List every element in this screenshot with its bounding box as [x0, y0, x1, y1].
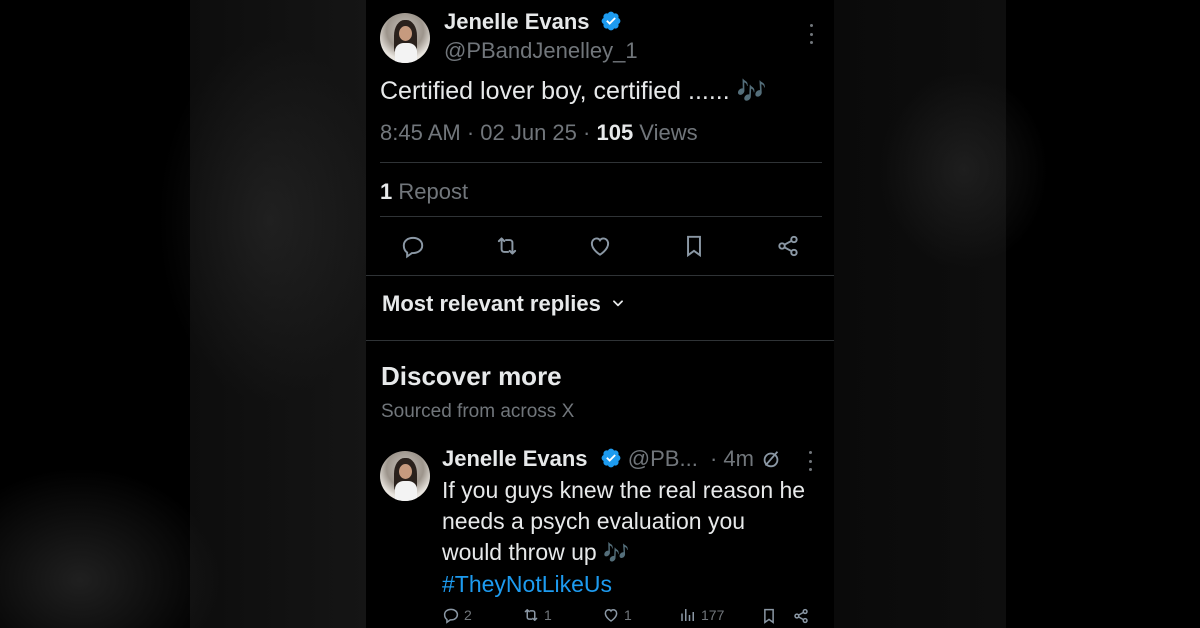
- repost-count: 1: [380, 179, 393, 204]
- related-reply-button[interactable]: 2: [442, 606, 472, 624]
- discover-subtitle: Sourced from across X: [381, 401, 575, 422]
- tweet-text-body: Certified lover boy, certified ......: [380, 77, 730, 105]
- replies-sort-dropdown[interactable]: Most relevant replies: [382, 291, 625, 317]
- bookmark-icon[interactable]: [760, 607, 778, 625]
- blurred-background-left: [0, 0, 366, 628]
- bookmark-icon[interactable]: [681, 233, 707, 259]
- related-post-text-line: would throw up: [442, 539, 597, 565]
- author-avatar[interactable]: [380, 13, 430, 63]
- share-icon[interactable]: [792, 607, 810, 625]
- tweet-text: Certified lover boy, certified ...... 🎶: [380, 77, 767, 106]
- divider: [366, 275, 834, 276]
- post-detail-panel: Jenelle Evans @PBandJenelley_1 Certified…: [366, 0, 834, 628]
- music-notes-emoji: 🎶: [736, 78, 767, 105]
- tweet-meta: 8:45 AM · 02 Jun 25 · 105 Views: [380, 120, 698, 146]
- reply-icon[interactable]: [400, 233, 426, 259]
- views-label: Views: [633, 120, 698, 145]
- hashtag-link[interactable]: #TheyNotLikeUs: [442, 569, 805, 600]
- like-icon[interactable]: [587, 233, 613, 259]
- blurred-background-right: [834, 0, 1200, 628]
- more-icon[interactable]: [809, 24, 813, 44]
- replies-sort-label: Most relevant replies: [382, 291, 601, 316]
- repost-icon[interactable]: [494, 233, 520, 259]
- divider: [380, 162, 822, 163]
- related-post-time[interactable]: · 4m: [710, 446, 754, 471]
- related-post-author-name[interactable]: Jenelle Evans: [442, 446, 588, 471]
- share-icon[interactable]: [775, 233, 801, 259]
- tweet-timestamp[interactable]: 8:45 AM · 02 Jun 25 ·: [380, 120, 596, 145]
- grok-icon[interactable]: [760, 448, 782, 470]
- related-post-handle[interactable]: @PB...: [628, 446, 698, 471]
- repost-count-row[interactable]: 1 Repost: [380, 179, 468, 205]
- related-post-avatar[interactable]: [380, 451, 430, 501]
- related-repost-count: 1: [544, 607, 552, 623]
- views-count: 105: [596, 120, 634, 145]
- reply-icon: [443, 608, 459, 624]
- related-repost-button[interactable]: 1: [522, 606, 552, 624]
- more-icon[interactable]: [808, 451, 812, 471]
- discover-title: Discover more: [381, 361, 562, 391]
- author-handle[interactable]: @PBandJenelley_1: [444, 38, 638, 64]
- divider: [366, 340, 834, 341]
- related-post-text-line-3: would throw up 🎶: [442, 537, 805, 569]
- repost-icon: [524, 609, 538, 621]
- related-post-text-line: If you guys knew the real reason he: [442, 477, 806, 503]
- related-views-button[interactable]: 177: [679, 606, 724, 624]
- views-icon: [681, 609, 694, 621]
- divider: [380, 216, 822, 217]
- related-post-text-line: needs a psych evaluation you: [442, 508, 746, 534]
- verified-badge-icon: [601, 448, 621, 468]
- related-like-button[interactable]: 1: [602, 606, 632, 624]
- like-icon: [604, 608, 618, 622]
- verified-badge-icon: [601, 11, 621, 31]
- repost-label: Repost: [392, 179, 469, 204]
- related-like-count: 1: [624, 607, 632, 623]
- related-post-text: If you guys knew the real reason he need…: [442, 475, 805, 600]
- related-views-count: 177: [701, 607, 725, 623]
- music-notes-emoji: 🎶: [603, 542, 630, 565]
- author-name[interactable]: Jenelle Evans: [444, 9, 590, 34]
- related-reply-count: 2: [464, 607, 472, 623]
- related-post-header: Jenelle Evans @PB... · 4m: [442, 446, 754, 472]
- author-name-row: Jenelle Evans: [444, 9, 622, 35]
- chevron-down-icon: [613, 300, 623, 307]
